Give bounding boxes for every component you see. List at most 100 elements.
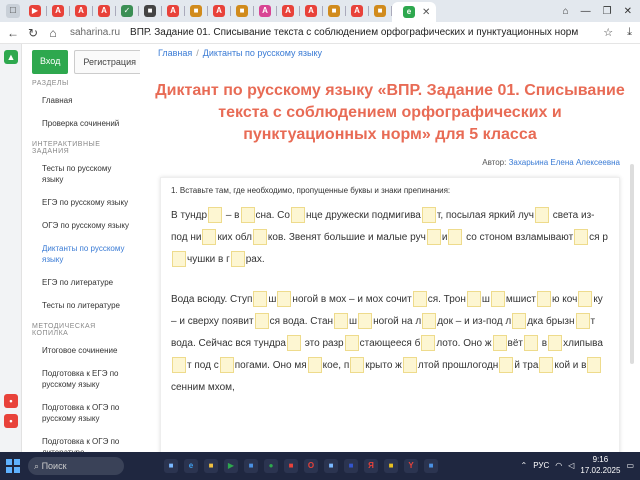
- minimize-icon[interactable]: —: [581, 6, 591, 17]
- back-icon[interactable]: ←: [6, 26, 20, 40]
- tab-favicon-icon[interactable]: A: [167, 5, 179, 17]
- letter-input-box[interactable]: [490, 291, 505, 308]
- letter-input-box[interactable]: [402, 357, 417, 374]
- letter-input-box[interactable]: [254, 313, 269, 330]
- breadcrumb-section[interactable]: Диктанты по русскому языку: [203, 48, 322, 58]
- taskbar-app-icon[interactable]: ■: [164, 459, 178, 473]
- taskbar-app-icon[interactable]: ■: [204, 459, 218, 473]
- sidebar-item[interactable]: Диктанты по русскому языку: [22, 237, 140, 271]
- taskbar-app-icon[interactable]: Y: [404, 459, 418, 473]
- scrollbar[interactable]: [630, 164, 634, 364]
- letter-input-box[interactable]: [448, 229, 463, 246]
- rail-app-icon[interactable]: ▲: [4, 50, 18, 64]
- sidebar-item[interactable]: Подготовка к ОГЭ по литературе: [22, 430, 140, 452]
- letter-input-box[interactable]: [421, 335, 436, 352]
- letter-input-box[interactable]: [548, 335, 563, 352]
- tab-favicon-icon[interactable]: ■: [328, 5, 340, 17]
- author-link[interactable]: Захарьина Елена Алексеевна: [509, 158, 620, 167]
- tab-favicon-icon[interactable]: A: [305, 5, 317, 17]
- letter-input-box[interactable]: [587, 357, 602, 374]
- tray-chevron-icon[interactable]: ⌃: [521, 461, 528, 470]
- rail-app-icon[interactable]: •: [4, 414, 18, 428]
- letter-input-box[interactable]: [539, 357, 554, 374]
- sidebar-item[interactable]: Подготовка к ЕГЭ по русскому языку: [22, 362, 140, 396]
- tab-favicon-icon[interactable]: A: [98, 5, 110, 17]
- tab-favicon-icon[interactable]: ■: [374, 5, 386, 17]
- letter-input-box[interactable]: [350, 357, 365, 374]
- letter-input-box[interactable]: [286, 335, 301, 352]
- download-icon[interactable]: ⤓: [627, 26, 632, 39]
- tab-actions-icon[interactable]: ⌂: [563, 6, 569, 17]
- letter-input-box[interactable]: [574, 229, 589, 246]
- taskbar-app-icon[interactable]: ■: [284, 459, 298, 473]
- rail-settings-icon[interactable]: •: [4, 394, 18, 408]
- volume-icon[interactable]: ◁: [568, 461, 574, 470]
- taskbar-app-icon[interactable]: ▶: [224, 459, 238, 473]
- taskbar-app-icon[interactable]: e: [184, 459, 198, 473]
- letter-input-box[interactable]: [290, 207, 305, 224]
- sidebar-item[interactable]: ЕГЭ по русскому языку: [22, 191, 140, 214]
- letter-input-box[interactable]: [208, 207, 223, 224]
- tab-favicon-icon[interactable]: A: [213, 5, 225, 17]
- letter-input-box[interactable]: [253, 291, 268, 308]
- letter-input-box[interactable]: [422, 313, 437, 330]
- taskbar-app-icon[interactable]: ■: [244, 459, 258, 473]
- sidebar-item[interactable]: ЕГЭ по литературе: [22, 271, 140, 294]
- wifi-icon[interactable]: ◠: [555, 461, 562, 470]
- letter-input-box[interactable]: [172, 251, 186, 268]
- taskbar-app-icon[interactable]: ■: [424, 459, 438, 473]
- letter-input-box[interactable]: [492, 335, 507, 352]
- letter-input-box[interactable]: [307, 357, 322, 374]
- letter-input-box[interactable]: [575, 313, 590, 330]
- sidebar-item[interactable]: Проверка сочинений: [22, 112, 140, 135]
- letter-input-box[interactable]: [426, 229, 441, 246]
- sidebar-item[interactable]: ОГЭ по русскому языку: [22, 214, 140, 237]
- taskbar-app-icon[interactable]: O: [304, 459, 318, 473]
- taskbar-search[interactable]: ⌕ Поиск: [28, 457, 124, 475]
- letter-input-box[interactable]: [536, 291, 551, 308]
- url-host[interactable]: saharina.ru: [70, 27, 120, 38]
- sidebar-item[interactable]: Тесты по русскому языку: [22, 157, 140, 191]
- letter-input-box[interactable]: [412, 291, 427, 308]
- letter-input-box[interactable]: [334, 313, 349, 330]
- tab-favicon-icon[interactable]: A: [282, 5, 294, 17]
- breadcrumb-home[interactable]: Главная: [158, 48, 192, 58]
- letter-input-box[interactable]: [252, 229, 267, 246]
- letter-input-box[interactable]: [466, 291, 481, 308]
- letter-input-box[interactable]: [202, 229, 217, 246]
- start-button[interactable]: [6, 459, 20, 473]
- tab-favicon-icon[interactable]: ■: [144, 5, 156, 17]
- clock[interactable]: 9:16 17.02.2025: [580, 454, 620, 476]
- tab-favicon-icon[interactable]: ■: [190, 5, 202, 17]
- home-icon[interactable]: ⌂: [46, 26, 60, 40]
- tab-favicon-icon[interactable]: A: [52, 5, 64, 17]
- tab-favicon-icon[interactable]: ✓: [121, 5, 133, 17]
- restore-icon[interactable]: ❐: [603, 6, 612, 17]
- tab-favicon-icon[interactable]: A: [259, 5, 271, 17]
- letter-input-box[interactable]: [421, 207, 436, 224]
- taskbar-app-icon[interactable]: Я: [364, 459, 378, 473]
- page-title-in-bar[interactable]: ВПР. Задание 01. Списывание текста с соб…: [130, 27, 578, 38]
- letter-input-box[interactable]: [277, 291, 292, 308]
- taskbar-app-icon[interactable]: ■: [324, 459, 338, 473]
- letter-input-box[interactable]: [172, 357, 186, 374]
- sidebar-item[interactable]: Главная: [22, 89, 140, 112]
- letter-input-box[interactable]: [219, 357, 234, 374]
- letter-input-box[interactable]: [512, 313, 527, 330]
- letter-input-box[interactable]: [230, 251, 245, 268]
- tab-favicon-icon[interactable]: ■: [236, 5, 248, 17]
- letter-input-box[interactable]: [499, 357, 514, 374]
- tab-favicon-icon[interactable]: A: [75, 5, 87, 17]
- tab-favicon-icon[interactable]: ▶: [29, 5, 41, 17]
- letter-input-box[interactable]: [535, 207, 549, 224]
- letter-input-box[interactable]: [578, 291, 593, 308]
- sidebar-item[interactable]: Тесты по литературе: [22, 294, 140, 317]
- active-tab[interactable]: e ✕: [392, 2, 437, 22]
- notifications-icon[interactable]: ▭: [626, 461, 634, 470]
- tab-favicon-icon[interactable]: A: [351, 5, 363, 17]
- sidebar-item[interactable]: Итоговое сочинение: [22, 339, 140, 362]
- bookmark-icon[interactable]: ☆: [603, 26, 613, 39]
- tab-close-icon[interactable]: ✕: [422, 7, 430, 18]
- close-window-icon[interactable]: ✕: [624, 6, 632, 17]
- register-button[interactable]: Регистрация: [74, 50, 140, 74]
